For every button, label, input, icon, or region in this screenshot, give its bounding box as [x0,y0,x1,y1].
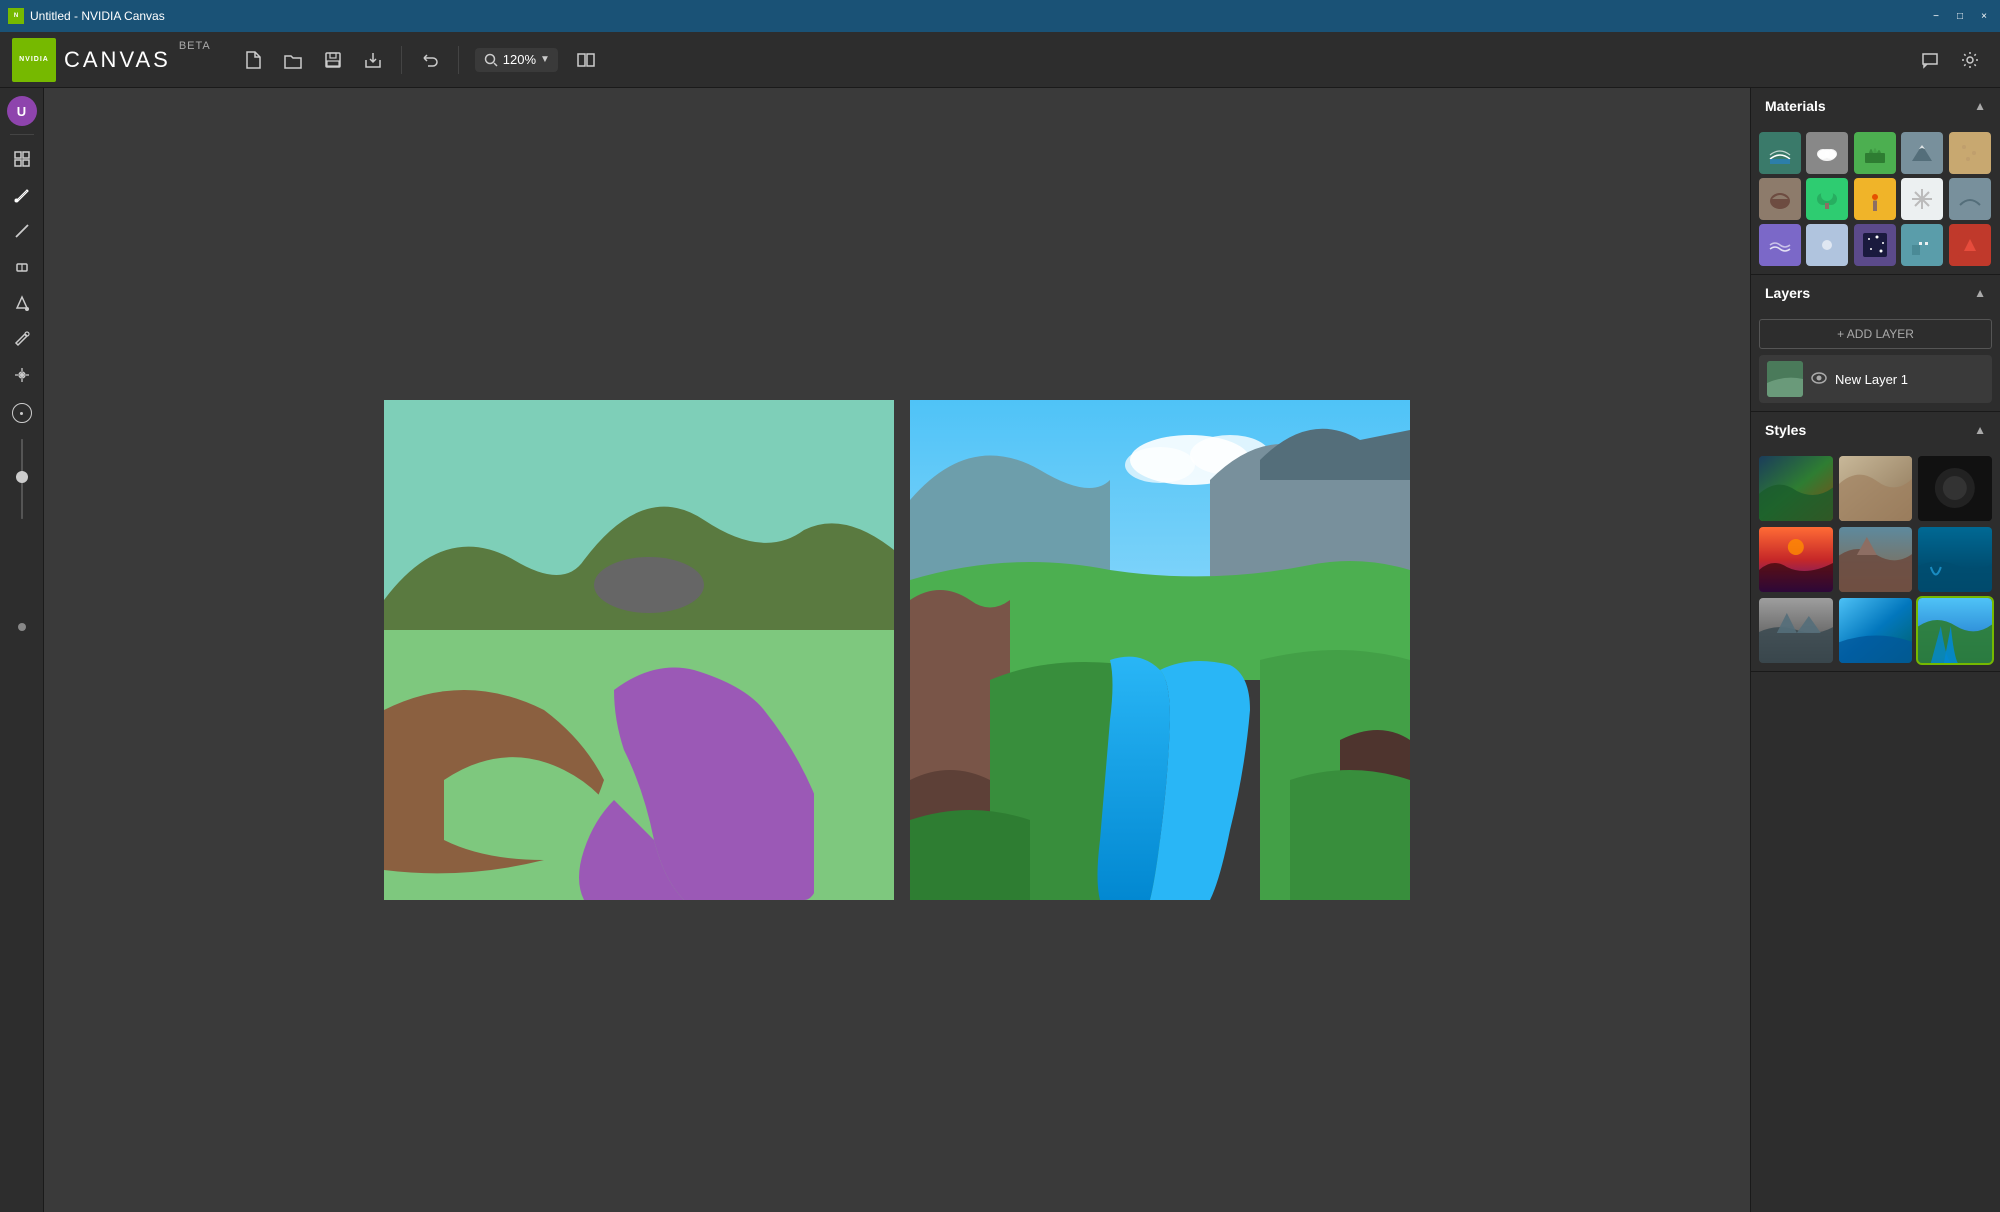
style-item-4[interactable] [1759,527,1833,592]
user-avatar[interactable]: U [7,96,37,126]
brush-size-indicator [12,403,32,423]
layers-title: Layers [1765,285,1810,301]
eyedropper-tool-button[interactable] [6,323,38,355]
brush-tool-button[interactable] [6,179,38,211]
material-red[interactable] [1949,224,1991,266]
canvas-pair [384,400,1410,900]
material-bush[interactable] [1806,178,1848,220]
app-beta-badge: BETA [179,40,211,52]
left-toolbar-separator [10,134,34,135]
layers-section: Layers ▲ + ADD LAYER New Layer 1 [1751,275,2000,412]
layer-item-new-layer-1[interactable]: New Layer 1 [1759,355,1992,403]
styles-header[interactable]: Styles ▲ [1751,412,2000,448]
materials-grid [1751,124,2000,274]
export-button[interactable] [355,42,391,78]
title-bar: N Untitled - NVIDIA Canvas − □ × [0,0,2000,32]
material-stars[interactable] [1854,224,1896,266]
style-item-7[interactable] [1759,598,1833,663]
layers-list: + ADD LAYER New Layer 1 [1751,311,2000,411]
layer-name: New Layer 1 [1835,372,1984,387]
app-title: CANVAS [64,47,171,73]
slider-dot [18,623,26,631]
styles-section: Styles ▲ [1751,412,2000,672]
layer-visibility-button[interactable] [1811,370,1827,389]
nvidia-icon: N [8,8,24,24]
styles-grid [1751,448,2000,671]
styles-title: Styles [1765,422,1806,438]
window-controls: − □ × [1928,8,1992,24]
style-item-2[interactable] [1839,456,1913,521]
zoom-value: 120% [503,52,536,67]
material-building-blue[interactable] [1901,224,1943,266]
right-panel: Materials ▲ [1750,88,2000,1212]
open-button[interactable] [275,42,311,78]
style-item-6[interactable] [1918,527,1992,592]
new-button[interactable] [235,42,271,78]
window-title: Untitled - NVIDIA Canvas [30,9,1928,23]
grid-tool-button[interactable] [6,143,38,175]
styles-collapse-icon: ▲ [1974,423,1986,437]
eraser-tool-button[interactable] [6,251,38,283]
nvidia-logo: NVIDIA [12,38,56,82]
style-item-1[interactable] [1759,456,1833,521]
main-content: U [0,88,2000,1212]
save-button[interactable] [315,42,351,78]
add-layer-button[interactable]: + ADD LAYER [1759,319,1992,349]
zoom-control[interactable]: 120% ▼ [475,48,558,72]
brush-size-slider-container [21,439,23,519]
maximize-button[interactable]: □ [1952,8,1968,24]
close-button[interactable]: × [1976,8,1992,24]
materials-header[interactable]: Materials ▲ [1751,88,2000,124]
line-tool-button[interactable] [6,215,38,247]
layers-header[interactable]: Layers ▲ [1751,275,2000,311]
material-tundra[interactable] [1949,178,1991,220]
materials-title: Materials [1765,98,1826,114]
minimize-button[interactable]: − [1928,8,1944,24]
materials-section: Materials ▲ [1751,88,2000,275]
material-rock[interactable] [1759,178,1801,220]
photo-canvas [910,400,1410,900]
zoom-dropdown-icon: ▼ [540,54,550,65]
fill-tool-button[interactable] [6,287,38,319]
material-water-reflection[interactable] [1759,132,1801,174]
material-grass[interactable] [1854,132,1896,174]
material-water-purple[interactable] [1759,224,1801,266]
material-sand[interactable] [1949,132,1991,174]
canvas-area[interactable] [44,88,1750,1212]
undo-button[interactable] [412,42,448,78]
segmentation-canvas[interactable] [384,400,894,900]
material-mountain[interactable] [1901,132,1943,174]
material-palm-tree[interactable] [1854,178,1896,220]
brush-size-slider-thumb[interactable] [16,471,28,483]
style-item-5[interactable] [1839,527,1913,592]
toolbar-separator-1 [401,46,402,74]
material-sky-light[interactable] [1806,224,1848,266]
feedback-button[interactable] [1912,42,1948,78]
layer-thumbnail [1767,361,1803,397]
layers-collapse-icon: ▲ [1974,286,1986,300]
style-item-9[interactable] [1918,598,1992,663]
pan-tool-button[interactable] [6,359,38,391]
style-item-3[interactable] [1918,456,1992,521]
compare-button[interactable] [568,42,604,78]
main-toolbar: NVIDIA CANVAS BETA 120% ▼ [0,32,2000,88]
materials-collapse-icon: ▲ [1974,99,1986,113]
left-toolbar: U [0,88,44,1212]
style-item-8[interactable] [1839,598,1913,663]
settings-button[interactable] [1952,42,1988,78]
material-cloud[interactable] [1806,132,1848,174]
toolbar-separator-2 [458,46,459,74]
material-snow[interactable] [1901,178,1943,220]
